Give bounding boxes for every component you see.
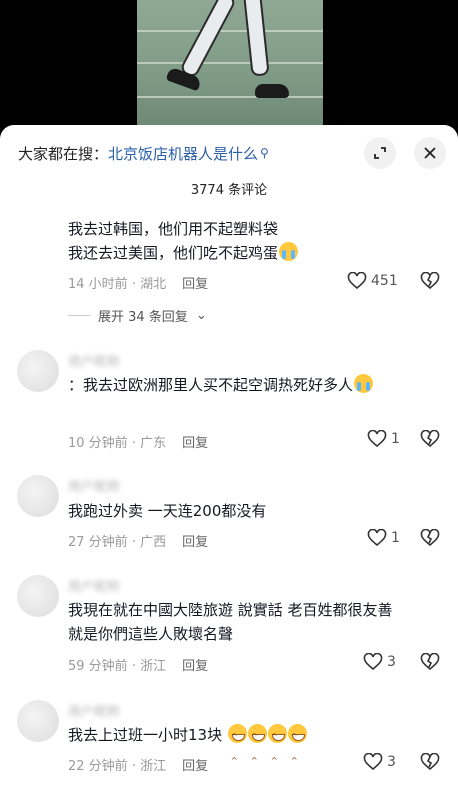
robot-leg	[242, 0, 270, 77]
dislike-button[interactable]	[420, 528, 440, 551]
comment-text: 我去过韩国，他们用不起塑料袋 我还去过美国，他们吃不起鸡蛋	[68, 217, 408, 265]
grinning-emoji-icon	[287, 724, 307, 773]
broken-heart-icon	[420, 528, 440, 547]
username[interactable]: 用户昵称	[68, 351, 120, 370]
comment-text: 我去上过班一小时13块	[68, 723, 408, 773]
heart-icon	[363, 653, 383, 671]
comment-text: ：我去过欧洲那里人买不起空调热死好多人	[68, 373, 408, 397]
video-preview[interactable]	[0, 0, 458, 125]
trending-search-prefix: 大家都在搜：	[18, 144, 109, 163]
avatar[interactable]	[17, 575, 59, 617]
fullscreen-button[interactable]	[364, 137, 396, 169]
like-button[interactable]: 1	[367, 529, 400, 547]
like-button[interactable]: 451	[347, 272, 398, 290]
background-rail	[137, 30, 323, 32]
broken-heart-icon	[420, 652, 440, 671]
magnifier-icon: ⚲	[260, 146, 269, 160]
dislike-button[interactable]	[420, 271, 440, 294]
dislike-button[interactable]	[420, 429, 440, 452]
comment-meta: 27 分钟前 · 广西 回复	[68, 531, 208, 550]
close-icon	[424, 147, 436, 159]
broken-heart-icon	[420, 429, 440, 448]
comment-meta: 10 分钟前 · 广东 回复	[68, 432, 208, 451]
like-count: 3	[387, 754, 396, 770]
comment-meta: 14 小时前 · 湖北 回复	[68, 273, 208, 292]
dislike-button[interactable]	[420, 652, 440, 675]
heart-icon	[367, 529, 387, 547]
reply-button[interactable]: 回复	[182, 432, 208, 451]
comment-text: 我跑过外卖 一天连200都没有	[68, 502, 267, 520]
comment-sheet: 大家都在搜： 北京饭店机器人是什么 ⚲ 3774 条评论 我去过韩国，他们用不起…	[0, 125, 458, 800]
like-button[interactable]: 3	[363, 653, 396, 671]
reply-button[interactable]: 回复	[182, 655, 208, 674]
grinning-emoji-icon	[267, 724, 287, 773]
robot-shoe	[255, 84, 289, 98]
divider	[68, 315, 90, 316]
reply-button[interactable]: 回复	[182, 273, 208, 292]
background-rail	[137, 96, 323, 98]
reply-button[interactable]: 回复	[182, 755, 208, 774]
fullscreen-icon	[374, 147, 386, 159]
close-button[interactable]	[414, 137, 446, 169]
username[interactable]: 用户昵称	[68, 576, 120, 595]
video-frame	[137, 0, 323, 125]
heart-icon	[367, 430, 387, 448]
chevron-down-icon: ⌄	[195, 308, 207, 323]
username[interactable]: 用户昵称	[68, 701, 120, 720]
like-count: 451	[371, 273, 398, 289]
like-button[interactable]: 3	[363, 753, 396, 771]
avatar[interactable]	[17, 700, 59, 742]
like-count: 1	[391, 431, 400, 447]
robot-leg	[178, 0, 238, 79]
trending-search[interactable]: 大家都在搜： 北京饭店机器人是什么 ⚲	[18, 141, 269, 165]
comment-count: 3774 条评论	[190, 183, 268, 198]
trending-search-query[interactable]: 北京饭店机器人是什么	[108, 143, 258, 164]
grinning-emoji-icon	[227, 724, 247, 773]
heart-icon	[347, 272, 367, 290]
like-button[interactable]: 1	[367, 430, 400, 448]
like-count: 3	[387, 654, 396, 670]
crying-emoji-icon	[354, 374, 374, 393]
avatar[interactable]	[17, 475, 59, 517]
username[interactable]: 用户昵称	[68, 476, 120, 495]
broken-heart-icon	[420, 752, 440, 771]
broken-heart-icon	[420, 271, 440, 290]
crying-emoji-icon	[279, 242, 299, 261]
comment-text: 我現在就在中國大陸旅遊 說實話 老百姓都很友善 就是你們這些人敗壞名聲	[68, 601, 393, 643]
dislike-button[interactable]	[420, 752, 440, 775]
like-count: 1	[391, 530, 400, 546]
comment-meta: 59 分钟前 · 浙江 回复	[68, 655, 208, 674]
reply-button[interactable]: 回复	[182, 531, 208, 550]
heart-icon	[363, 753, 383, 771]
expand-replies-button[interactable]: 展开 34 条回复 ⌄	[68, 306, 207, 325]
avatar[interactable]	[17, 350, 59, 392]
background-rail	[137, 62, 323, 64]
comment-meta: 22 分钟前 · 浙江 回复	[68, 755, 208, 774]
grinning-emoji-icon	[247, 724, 267, 773]
